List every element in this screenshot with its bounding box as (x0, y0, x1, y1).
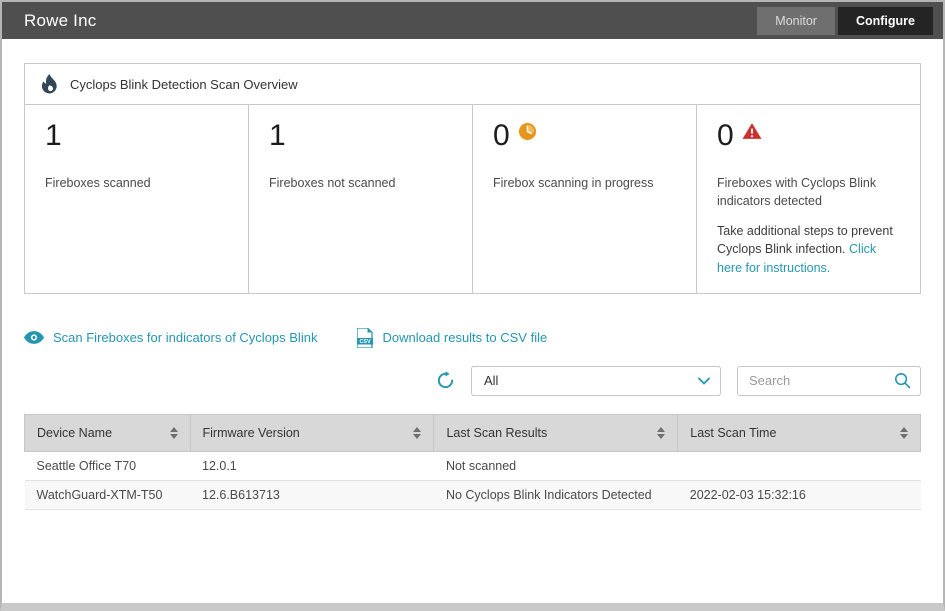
refresh-icon[interactable] (436, 371, 455, 390)
stat-fireboxes-scanned: 1 Fireboxes scanned (25, 105, 249, 293)
account-title: Rowe Inc (24, 11, 96, 31)
scan-overview-card: Cyclops Blink Detection Scan Overview 1 … (24, 63, 921, 294)
cell-last-scan-results: Not scanned (434, 451, 678, 480)
scan-overview-title: Cyclops Blink Detection Scan Overview (70, 77, 298, 92)
configure-button[interactable]: Configure (838, 7, 933, 35)
download-csv-link[interactable]: CSV Download results to CSV file (357, 328, 547, 348)
stat-label: Fireboxes scanned (45, 174, 228, 192)
table-header-row: Device Name Firmware Version Last Scan R… (25, 414, 921, 451)
stat-fireboxes-not-scanned: 1 Fireboxes not scanned (249, 105, 473, 293)
stat-number: 0 (493, 119, 510, 152)
column-header-firmware-version[interactable]: Firmware Version (190, 414, 434, 451)
stat-value: 1 (45, 119, 228, 152)
devices-table: Device Name Firmware Version Last Scan R… (24, 414, 921, 510)
chevron-down-icon (698, 377, 710, 385)
stat-indicators-detected: 0 Fireboxes with Cyclops Blink indicator… (697, 105, 920, 293)
stat-number: 0 (717, 119, 734, 152)
stat-value: 1 (269, 119, 452, 152)
cell-firmware-version: 12.6.B613713 (190, 480, 434, 509)
stat-label: Firebox scanning in progress (493, 174, 676, 192)
search-box (737, 366, 921, 396)
main-content: Cyclops Blink Detection Scan Overview 1 … (2, 39, 943, 510)
scan-overview-header: Cyclops Blink Detection Scan Overview (25, 64, 920, 105)
column-header-last-scan-results[interactable]: Last Scan Results (434, 414, 678, 451)
stat-note: Take additional steps to prevent Cyclops… (717, 222, 900, 276)
stats-row: 1 Fireboxes scanned 1 Fireboxes not scan… (25, 105, 920, 293)
csv-file-icon: CSV (357, 328, 373, 348)
filter-dropdown-value: All (484, 373, 498, 388)
cell-device-name: WatchGuard-XTM-T50 (25, 480, 191, 509)
table-row[interactable]: WatchGuard-XTM-T50 12.6.B613713 No Cyclo… (25, 480, 921, 509)
scan-fireboxes-link[interactable]: Scan Fireboxes for indicators of Cyclops… (24, 330, 317, 345)
stat-scanning-in-progress: 0 Firebox scanning in progress (473, 105, 697, 293)
sort-icon[interactable] (657, 427, 665, 439)
cell-last-scan-results: No Cyclops Blink Indicators Detected (434, 480, 678, 509)
cell-firmware-version: 12.0.1 (190, 451, 434, 480)
actions-row: Scan Fireboxes for indicators of Cyclops… (24, 328, 921, 348)
stat-label: Fireboxes not scanned (269, 174, 452, 192)
cell-last-scan-time: 2022-02-03 15:32:16 (678, 480, 921, 509)
controls-row: All (24, 366, 921, 396)
app-window: Rowe Inc Monitor Configure Cyclops Blink… (0, 0, 945, 611)
column-label: Last Scan Time (690, 426, 776, 440)
column-label: Firmware Version (203, 426, 300, 440)
filter-dropdown[interactable]: All (471, 366, 721, 396)
warning-icon (742, 122, 762, 140)
column-label: Last Scan Results (446, 426, 547, 440)
sort-icon[interactable] (413, 427, 421, 439)
column-label: Device Name (37, 426, 112, 440)
eye-icon (24, 331, 44, 344)
sort-icon[interactable] (170, 427, 178, 439)
cell-device-name: Seattle Office T70 (25, 451, 191, 480)
stat-label: Fireboxes with Cyclops Blink indicators … (717, 174, 900, 210)
column-header-last-scan-time[interactable]: Last Scan Time (678, 414, 921, 451)
svg-text:CSV: CSV (360, 339, 371, 345)
monitor-button[interactable]: Monitor (757, 7, 835, 35)
stat-value: 0 (717, 119, 900, 152)
flame-icon (41, 74, 58, 94)
sort-icon[interactable] (900, 427, 908, 439)
search-input[interactable] (749, 373, 894, 388)
clock-icon (518, 122, 537, 141)
download-csv-label: Download results to CSV file (382, 330, 547, 345)
search-icon[interactable] (894, 372, 911, 389)
column-header-device-name[interactable]: Device Name (25, 414, 191, 451)
scan-fireboxes-label: Scan Fireboxes for indicators of Cyclops… (53, 330, 317, 345)
top-bar: Rowe Inc Monitor Configure (2, 2, 943, 39)
cell-last-scan-time (678, 451, 921, 480)
table-row[interactable]: Seattle Office T70 12.0.1 Not scanned (25, 451, 921, 480)
stat-value: 0 (493, 119, 676, 152)
topbar-buttons: Monitor Configure (757, 7, 933, 35)
